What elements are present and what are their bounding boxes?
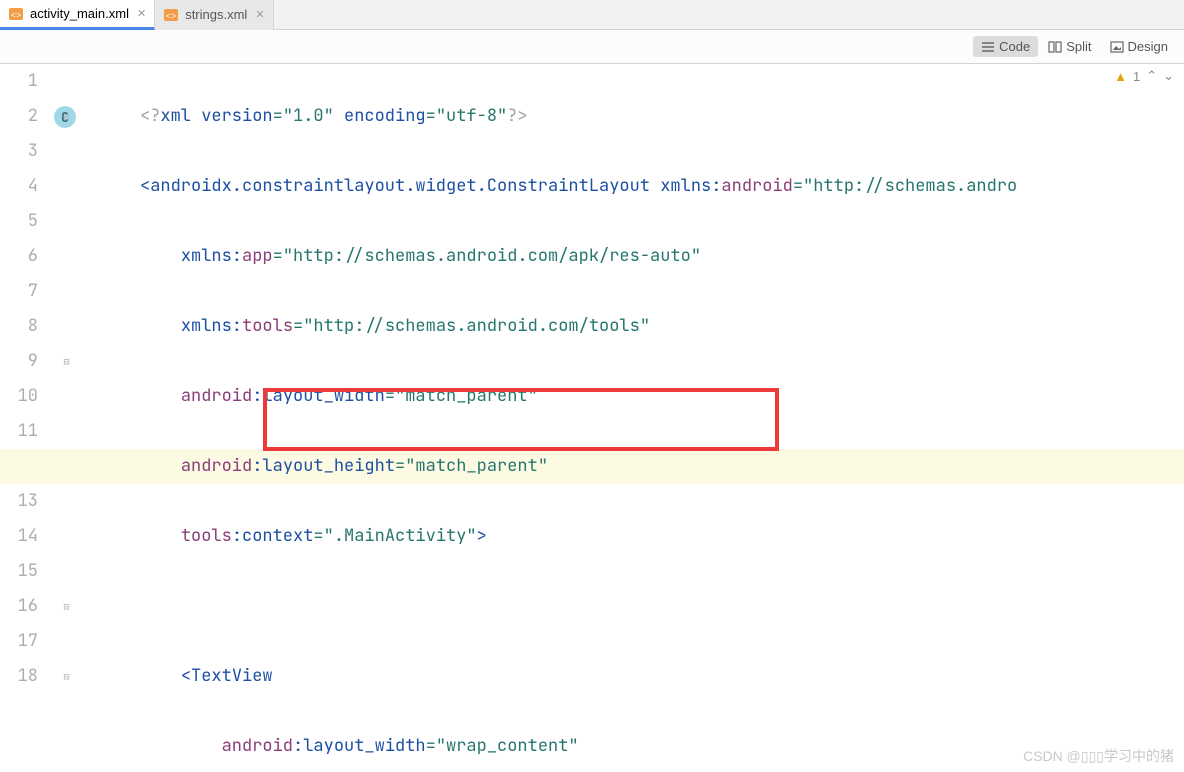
close-icon[interactable]: ✕	[137, 7, 146, 20]
view-code-label: Code	[999, 39, 1030, 54]
tab-label: strings.xml	[185, 7, 247, 22]
line-number-gutter: 123 456 789 101112 131415 161718	[0, 64, 52, 772]
split-icon	[1048, 40, 1062, 54]
fold-end-icon[interactable]: ⊟	[61, 601, 72, 612]
tab-activity-main[interactable]: <> activity_main.xml ✕	[0, 0, 155, 30]
view-design-label: Design	[1128, 39, 1168, 54]
fold-icon[interactable]: ⊟	[61, 356, 72, 367]
image-icon	[1110, 40, 1124, 54]
view-design-button[interactable]: Design	[1102, 36, 1176, 57]
gutter-marks: C ⊟ ⊟ ⊟ ⊟	[52, 64, 82, 772]
tab-label: activity_main.xml	[30, 6, 129, 21]
view-split-label: Split	[1066, 39, 1091, 54]
fold-end-icon[interactable]: ⊟	[61, 671, 72, 682]
tab-strings[interactable]: <> strings.xml ✕	[155, 0, 273, 30]
xml-file-icon: <>	[8, 6, 24, 22]
svg-text:<>: <>	[11, 10, 22, 20]
lines-icon	[981, 40, 995, 54]
watermark-text: CSDN @▯▯▯学习中的猪	[1023, 746, 1174, 766]
view-split-button[interactable]: Split	[1040, 36, 1099, 57]
view-mode-toolbar: Code Split Design	[0, 30, 1184, 64]
fold-icon[interactable]: ⊟	[61, 111, 72, 122]
code-editor[interactable]: 123 456 789 101112 131415 161718 C ⊟ ⊟ ⊟…	[0, 64, 1184, 772]
tab-bar: <> activity_main.xml ✕ <> strings.xml ✕	[0, 0, 1184, 30]
close-icon[interactable]: ✕	[255, 8, 264, 21]
code-content[interactable]: <?xml version="1.0" encoding="utf-8"?> <…	[82, 64, 1184, 772]
svg-text:<>: <>	[166, 11, 177, 21]
xml-file-icon: <>	[163, 7, 179, 23]
view-code-button[interactable]: Code	[973, 36, 1038, 57]
